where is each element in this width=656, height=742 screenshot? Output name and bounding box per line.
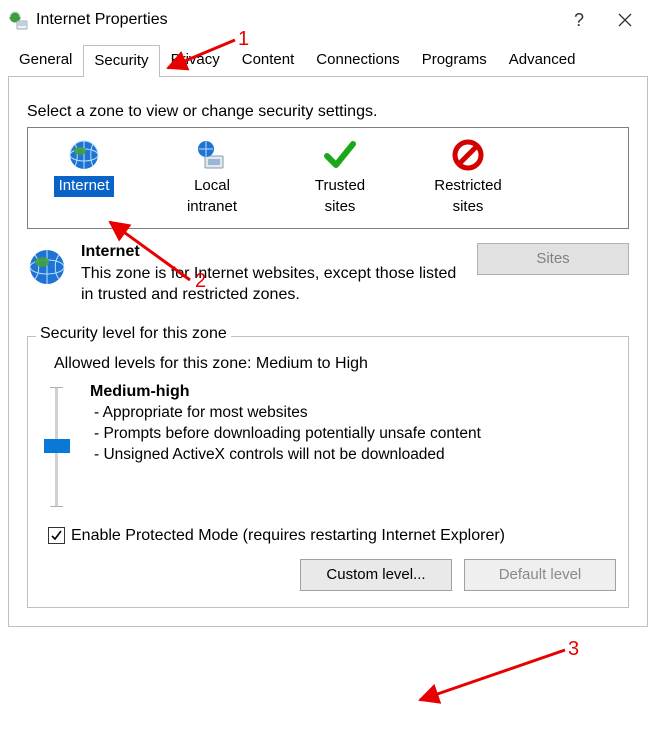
- level-name: Medium-high: [90, 383, 616, 401]
- protected-mode-checkbox[interactable]: [48, 527, 65, 544]
- tab-panel-security: Select a zone to view or change security…: [8, 77, 648, 627]
- zone-label: intranet: [182, 197, 242, 218]
- zone-label: sites: [448, 197, 489, 218]
- protected-mode-label: Enable Protected Mode (requires restarti…: [71, 527, 505, 545]
- prohibited-icon: [451, 138, 485, 172]
- titlebar: Internet Properties ?: [0, 0, 656, 40]
- zone-label: Trusted: [310, 176, 370, 197]
- zone-label: sites: [320, 197, 361, 218]
- tab-programs[interactable]: Programs: [411, 44, 498, 76]
- zone-trusted-sites[interactable]: Trusted sites: [290, 138, 390, 218]
- close-button[interactable]: [602, 4, 648, 36]
- tab-strip: General Security Privacy Content Connect…: [0, 44, 656, 76]
- zone-internet[interactable]: Internet: [34, 138, 134, 218]
- annotation-number-3: 3: [568, 638, 579, 661]
- level-bullet: - Unsigned ActiveX controls will not be …: [94, 445, 616, 466]
- zone-local-intranet[interactable]: Local intranet: [162, 138, 262, 218]
- intranet-icon: [195, 138, 229, 172]
- default-level-button[interactable]: Default level: [464, 559, 616, 591]
- zone-restricted-sites[interactable]: Restricted sites: [418, 138, 518, 218]
- zone-list: Internet Local intranet Trusted sites: [27, 127, 629, 229]
- group-legend: Security level for this zone: [36, 325, 231, 343]
- sites-button[interactable]: Sites: [477, 243, 629, 275]
- internet-properties-dialog: Internet Properties ? General Security P…: [0, 0, 656, 742]
- window-title: Internet Properties: [36, 11, 556, 29]
- globe-icon: [67, 138, 101, 172]
- globe-icon: [27, 247, 67, 287]
- tab-general[interactable]: General: [8, 44, 83, 76]
- allowed-levels-text: Allowed levels for this zone: Medium to …: [54, 355, 616, 373]
- level-bullet: - Appropriate for most websites: [94, 403, 616, 424]
- custom-level-button[interactable]: Custom level...: [300, 559, 452, 591]
- zone-desc-text: This zone is for Internet websites, exce…: [81, 263, 463, 306]
- tab-content[interactable]: Content: [231, 44, 306, 76]
- zone-label: Local: [189, 176, 235, 197]
- zone-instruction: Select a zone to view or change security…: [27, 103, 629, 121]
- security-level-group: Security level for this zone Allowed lev…: [27, 336, 629, 608]
- tab-advanced[interactable]: Advanced: [498, 44, 587, 76]
- zone-desc-title: Internet: [81, 243, 463, 261]
- internet-options-icon: [8, 10, 28, 30]
- tab-privacy[interactable]: Privacy: [160, 44, 231, 76]
- security-level-description: Medium-high - Appropriate for most websi…: [90, 383, 616, 511]
- level-bullet: - Prompts before downloading potentially…: [94, 424, 616, 445]
- security-level-slider[interactable]: [40, 383, 72, 511]
- zone-description: Internet This zone is for Internet websi…: [27, 243, 629, 306]
- zone-label: Restricted: [429, 176, 507, 197]
- tab-connections[interactable]: Connections: [305, 44, 410, 76]
- zone-label: Internet: [54, 176, 115, 197]
- tab-security[interactable]: Security: [83, 45, 159, 77]
- help-button[interactable]: ?: [556, 4, 602, 36]
- checkmark-icon: [323, 138, 357, 172]
